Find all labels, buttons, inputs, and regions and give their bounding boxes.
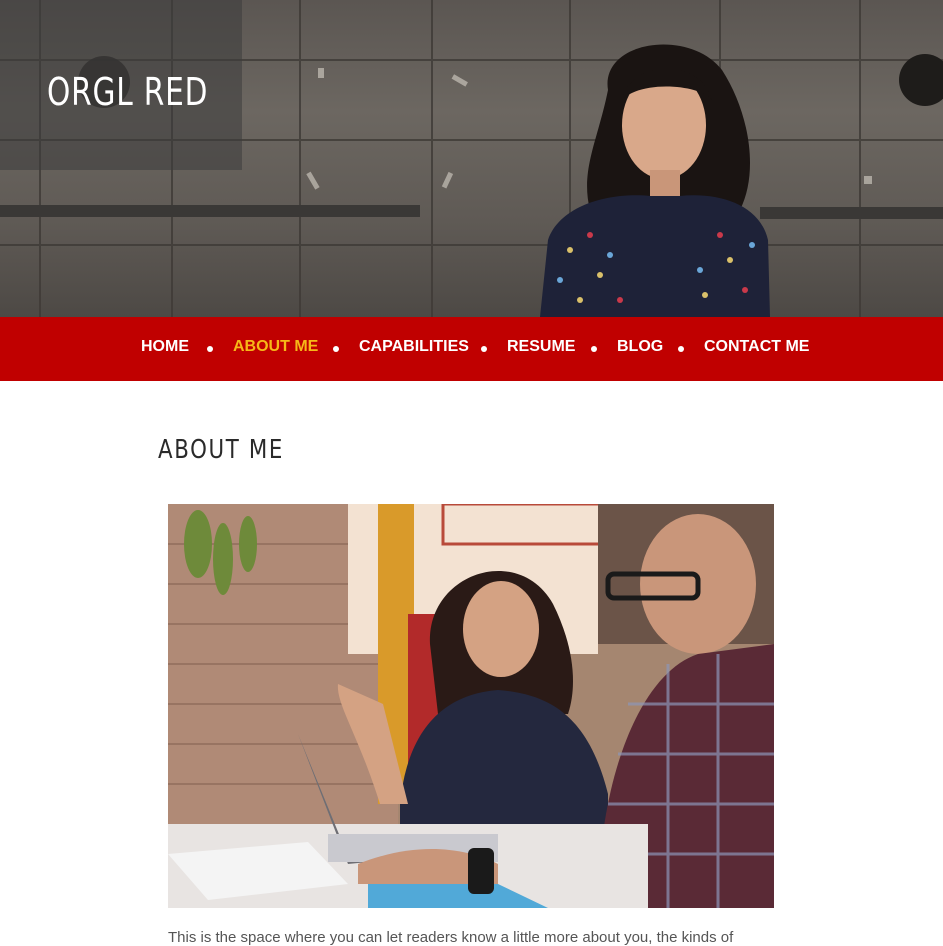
nav-item-contact-me[interactable]: CONTACT ME xyxy=(704,338,809,356)
nav-item-resume[interactable]: RESUME xyxy=(507,338,575,356)
nav-item-about-me[interactable]: ABOUT ME xyxy=(233,338,318,356)
intro-paragraph: This is the space where you can let read… xyxy=(168,929,734,946)
about-photo xyxy=(168,504,774,908)
nav-separator xyxy=(207,346,213,352)
nav-separator xyxy=(333,346,339,352)
nav-item-home[interactable]: HOME xyxy=(141,338,189,356)
site-title[interactable]: ORGL RED xyxy=(47,70,208,114)
nav-separator xyxy=(591,346,597,352)
page-title: ABOUT ME xyxy=(158,435,285,465)
main-nav: HOME ABOUT ME CAPABILITIES RESUME BLOG C… xyxy=(0,317,943,381)
nav-item-blog[interactable]: BLOG xyxy=(617,338,663,356)
nav-separator xyxy=(481,346,487,352)
nav-item-capabilities[interactable]: CAPABILITIES xyxy=(359,338,469,356)
nav-separator xyxy=(678,346,684,352)
hero-banner: ORGL RED xyxy=(0,0,943,317)
site-title-box: ORGL RED xyxy=(0,0,242,170)
